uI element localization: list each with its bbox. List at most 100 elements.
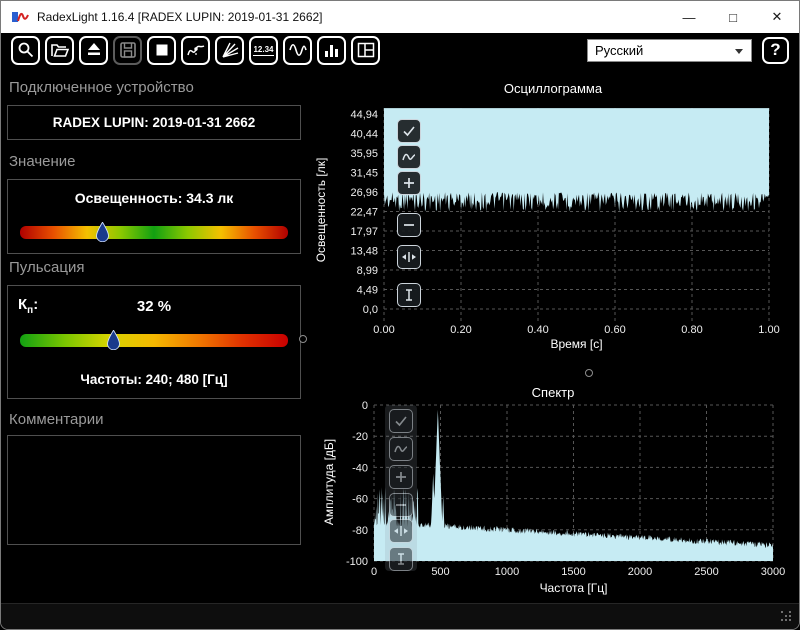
signal-marker-button[interactable] (181, 36, 210, 65)
zoom-tool-button[interactable] (11, 36, 40, 65)
check-icon (393, 413, 409, 429)
save-button[interactable] (113, 36, 142, 65)
device-name-box: RADEX LUPIN: 2019-01-31 2662 (7, 105, 301, 140)
svg-text:31,45: 31,45 (350, 168, 378, 180)
language-select[interactable]: Русский (587, 39, 752, 62)
app-icon (11, 8, 29, 26)
language-value: Русский (595, 43, 643, 58)
svg-text:0: 0 (371, 566, 377, 578)
ibeam-icon (401, 287, 417, 303)
svg-text:1500: 1500 (561, 566, 585, 578)
stop-button[interactable] (147, 36, 176, 65)
curve-icon (393, 441, 409, 457)
plus-icon (393, 469, 409, 485)
frequencies-text: Частоты: 240; 480 [Гц] (8, 372, 300, 387)
spec-zoom-in-button[interactable] (389, 465, 413, 489)
spectrum-view-button[interactable] (317, 36, 346, 65)
spectrum-plot[interactable]: 0-20-40-60-80-10005001000150020002500300… (309, 383, 797, 603)
pulsation-gradient-bar (20, 334, 288, 347)
svg-text:0: 0 (362, 400, 368, 412)
ibeam-icon (393, 551, 409, 567)
svg-text:0.20: 0.20 (450, 324, 471, 336)
svg-text:0.00: 0.00 (373, 324, 394, 336)
rays-icon (220, 40, 240, 60)
svg-text:-40: -40 (352, 462, 368, 474)
app-window: RadexLight 1.16.4 [RADEX LUPIN: 2019-01-… (0, 0, 800, 630)
resize-grip[interactable] (781, 611, 793, 623)
help-button[interactable]: ? (762, 37, 789, 64)
spec-fit-width-button[interactable] (389, 519, 413, 543)
value-box: Освещенность: 34.3 лк (7, 179, 301, 254)
svg-text:0.80: 0.80 (681, 324, 702, 336)
svg-text:3000: 3000 (761, 566, 785, 578)
svg-text:0.40: 0.40 (527, 324, 548, 336)
rays-view-button[interactable] (215, 36, 244, 65)
svg-text:22,47: 22,47 (350, 207, 378, 219)
close-button[interactable]: ✕ (755, 1, 799, 33)
plus-icon (401, 175, 417, 191)
comments-section-header: Комментарии (9, 411, 301, 428)
illuminance-scale (20, 226, 288, 239)
numeric-display-button[interactable]: 12.34 (249, 36, 278, 65)
oscillogram-xlabel: Время [с] (384, 337, 769, 351)
numeric-display-label: 12.34 (253, 45, 273, 56)
osc-cursor-button[interactable] (397, 283, 421, 307)
spec-zoom-out-button[interactable] (389, 493, 413, 517)
osc-zoom-in-button[interactable] (397, 171, 421, 195)
open-folder-icon (50, 40, 70, 60)
minus-icon (401, 217, 417, 233)
oscillogram-chart: Осциллограмма Освещенность [лк] 44,9440,… (309, 81, 797, 381)
fit-horizontal-icon (401, 249, 417, 265)
minimize-button[interactable]: — (667, 1, 711, 33)
window-title: RadexLight 1.16.4 [RADEX LUPIN: 2019-01-… (37, 10, 323, 24)
minus-icon (393, 497, 409, 513)
spec-cursor-button[interactable] (389, 547, 413, 571)
osc-scale-button[interactable] (397, 145, 421, 169)
svg-text:1.00: 1.00 (758, 324, 779, 336)
pulsation-scale (20, 334, 288, 347)
titlebar: RadexLight 1.16.4 [RADEX LUPIN: 2019-01-… (1, 1, 799, 33)
value-section-header: Значение (9, 153, 301, 170)
svg-text:8,99: 8,99 (357, 265, 378, 277)
svg-text:13,48: 13,48 (350, 246, 378, 258)
open-file-button[interactable] (45, 36, 74, 65)
spec-scale-button[interactable] (389, 437, 413, 461)
illuminance-marker (96, 222, 109, 242)
curve-marker-icon (186, 40, 206, 60)
svg-text:-20: -20 (352, 431, 368, 443)
pulsation-section-header: Пульсация (9, 259, 301, 276)
oscillogram-view-button[interactable] (283, 36, 312, 65)
curve-icon (401, 149, 417, 165)
layout-view-button[interactable] (351, 36, 380, 65)
spectrum-xlabel: Частота [Гц] (374, 581, 773, 595)
oscillogram-plot[interactable]: 44,94 40,44 35,95 31,45 26,96 22,47 17,97 13,48… (309, 81, 797, 381)
illuminance-reading: Освещенность: 34.3 лк (8, 190, 300, 206)
svg-text:2500: 2500 (694, 566, 718, 578)
spec-select-button[interactable] (389, 409, 413, 433)
osc-zoom-out-button[interactable] (397, 213, 421, 237)
osc-select-button[interactable] (397, 119, 421, 143)
illuminance-gradient-bar (20, 226, 288, 239)
maximize-button[interactable]: □ (711, 1, 755, 33)
svg-text:40,44: 40,44 (350, 129, 378, 141)
panel-splitter-handle[interactable] (299, 335, 307, 343)
svg-text:44,94: 44,94 (350, 109, 378, 121)
device-section-header: Подключенное устройство (9, 79, 301, 96)
comments-box[interactable] (7, 435, 301, 545)
svg-text:500: 500 (431, 566, 449, 578)
panels-icon (356, 40, 376, 60)
eject-device-button[interactable] (79, 36, 108, 65)
pulsation-box: Кп: 32 % Частоты: 240; 480 [Гц] (7, 285, 301, 399)
svg-text:26,96: 26,96 (350, 187, 378, 199)
svg-text:-100: -100 (346, 556, 368, 568)
fit-horizontal-icon (393, 523, 409, 539)
osc-fit-width-button[interactable] (397, 245, 421, 269)
svg-text:-60: -60 (352, 494, 368, 506)
svg-text:17,97: 17,97 (350, 226, 378, 238)
toolbar: 12.34 Русский ? (1, 33, 799, 67)
check-icon (401, 123, 417, 139)
spectrum-chart: Спектр Амплитуда [дБ] 0-20-40-60-80-1000… (309, 383, 797, 603)
svg-text:35,95: 35,95 (350, 148, 378, 160)
status-bar (1, 603, 799, 629)
svg-text:-80: -80 (352, 525, 368, 537)
